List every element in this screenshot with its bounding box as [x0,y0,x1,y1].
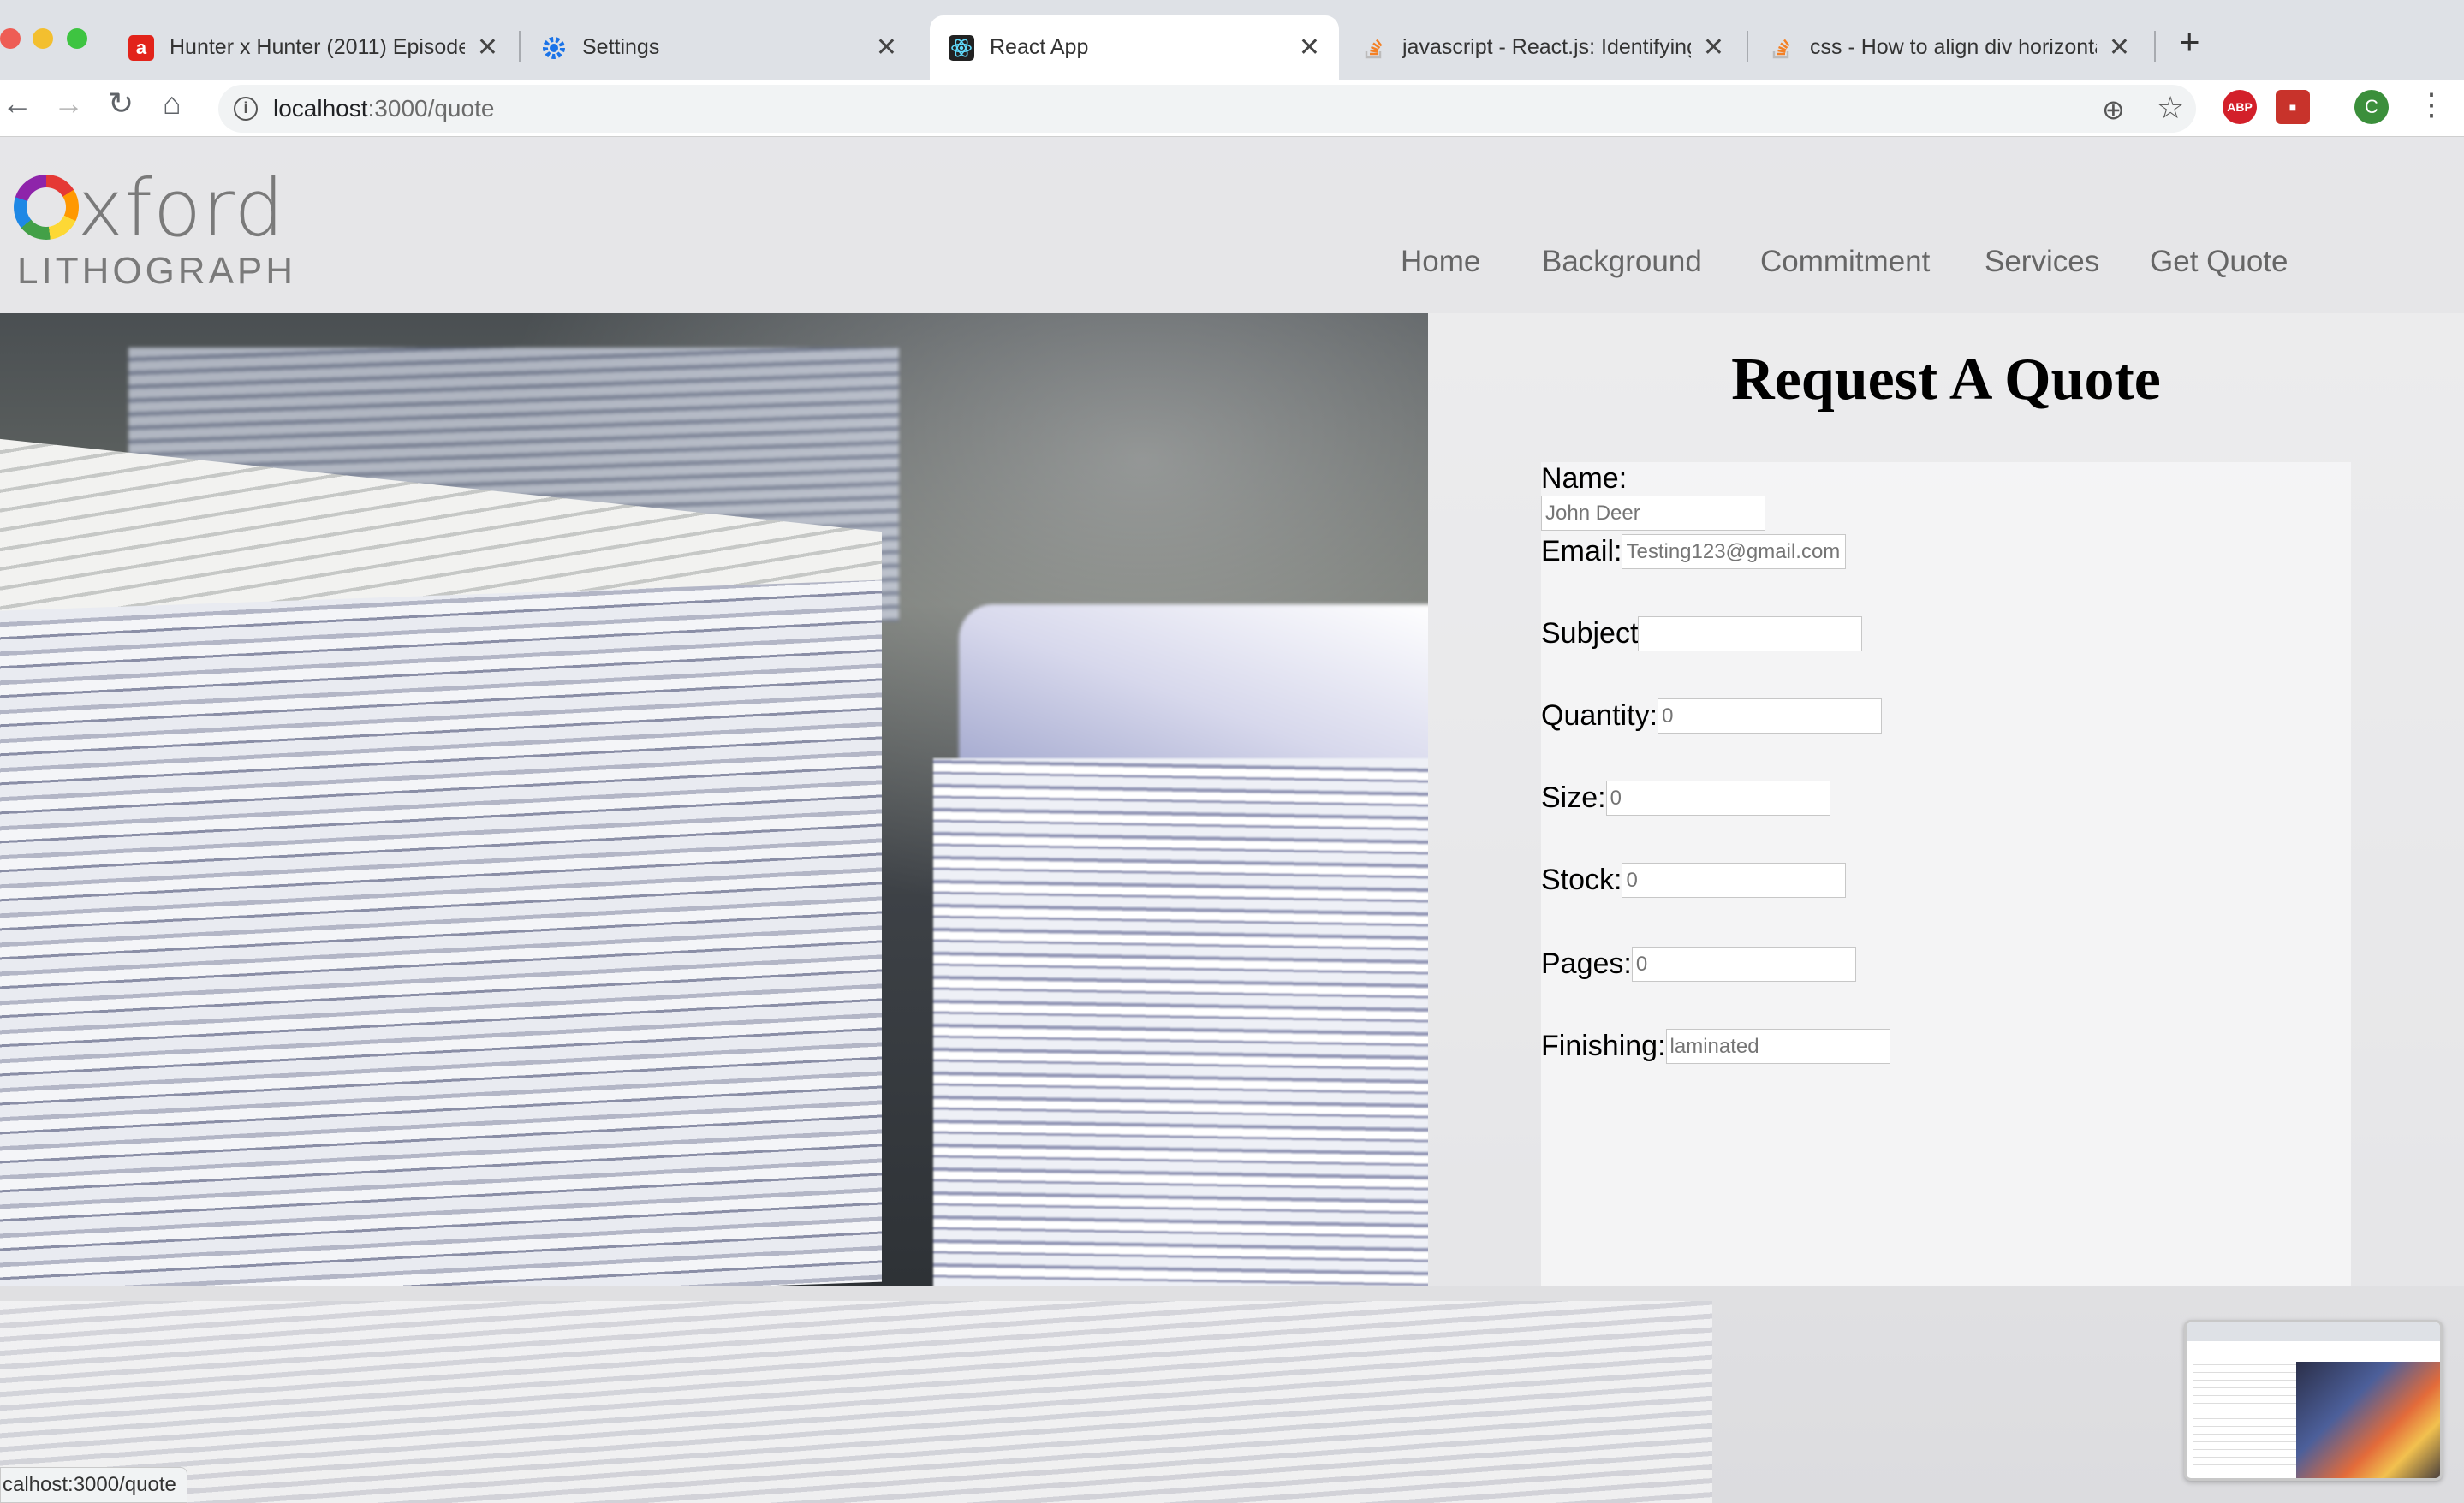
tab-title: css - How to align div horizontally [1810,35,2097,59]
browser-chrome: a Hunter x Hunter (2011) Episode 1 ✕ Set… [0,0,2464,137]
quantity-field-group: Quantity: [1541,698,1883,734]
email-input[interactable] [1622,534,1847,569]
thumbnail-image [2296,1362,2440,1478]
stock-input[interactable] [1622,863,1847,898]
size-field-group: Size: [1541,781,1830,816]
tab-settings[interactable]: Settings ✕ [522,15,916,80]
home-icon[interactable]: ⌂ [163,88,182,119]
reload-icon[interactable]: ↻ [108,88,134,119]
tab-strip: a Hunter x Hunter (2011) Episode 1 ✕ Set… [0,0,2464,80]
name-label: Name: [1541,462,1628,495]
react-icon [949,34,974,61]
forward-arrow-icon[interactable]: → [53,88,84,119]
tab-title: javascript - React.js: Identifying d [1402,35,1691,59]
close-tab-icon[interactable]: ✕ [1299,33,1320,62]
zoom-icon[interactable]: ⊕ [2102,93,2125,126]
nav-get-quote[interactable]: Get Quote [2150,245,2288,279]
subject-field-group: Subject [1541,616,1863,651]
email-field-group: Email: [1541,534,1847,569]
size-label: Size: [1541,781,1606,814]
adblock-plus-icon[interactable]: ABP [2223,90,2257,124]
quote-form: Name: Email: Subject Quantity: Size: Sto… [1541,462,2351,1286]
tab-separator [519,31,521,62]
tab-separator [1747,31,1748,62]
close-tab-icon[interactable]: ✕ [477,33,498,62]
logo-ring-icon [14,175,79,240]
quantity-input[interactable] [1658,698,1883,734]
paper-stack-left [0,579,882,1286]
pages-input[interactable] [1631,947,1856,982]
nav-services[interactable]: Services [1985,245,2099,279]
extension-icon[interactable]: ■ [2276,90,2310,124]
thumbnail-document [2193,1350,2305,1470]
browser-toolbar: ← → ↻ ⌂ i localhost:3000/quote ⊕ ☆ ABP ■… [0,80,2464,137]
nav-commitment[interactable]: Commitment [1760,245,1930,279]
tab-title: React App [990,35,1089,59]
email-label: Email: [1541,535,1622,567]
finishing-field-group: Finishing: [1541,1029,1890,1064]
tab-title: Settings [582,35,660,59]
close-tab-icon[interactable]: ✕ [876,33,897,62]
subject-input[interactable] [1638,616,1863,651]
close-tab-icon[interactable]: ✕ [2109,33,2130,62]
tab-hunter-x-hunter[interactable]: a Hunter x Hunter (2011) Episode 1 ✕ [110,15,517,80]
close-tab-icon[interactable]: ✕ [1703,33,1724,62]
site-header: xford LITHOGRAPH Home Background Commitm… [0,137,2464,313]
profile-avatar[interactable]: C [2354,90,2389,124]
url-host: localhost [273,95,368,122]
nav-home[interactable]: Home [1401,245,1480,279]
pages-label: Pages: [1541,948,1632,980]
tab-javascript-question[interactable]: javascript - React.js: Identifying d ✕ [1342,15,1743,80]
logo-word: xford [77,163,285,254]
browser-menu-icon[interactable]: ⋮ [2416,86,2447,122]
quote-title: Request A Quote [1731,347,2161,413]
gear-icon [541,35,567,61]
thumbnail-titlebar [2187,1322,2440,1341]
stackoverflow-icon [1361,35,1387,61]
stackoverflow-icon [1769,35,1794,61]
size-input[interactable] [1605,781,1830,816]
tab-react-app[interactable]: React App ✕ [930,15,1339,80]
stock-label: Stock: [1541,864,1622,896]
screenshot-thumbnail[interactable] [2184,1320,2443,1481]
status-bar-text: calhost:3000/quote [3,1473,176,1496]
new-tab-button[interactable]: + [2179,24,2200,60]
bookmark-star-icon[interactable]: ☆ [2157,90,2184,126]
paper-stack-right [933,758,1428,1286]
finishing-label: Finishing: [1541,1030,1666,1062]
hero-image-paper-stacks [0,313,1428,1286]
back-arrow-icon[interactable]: ← [2,88,33,119]
url-text[interactable]: localhost:3000/quote [273,95,494,122]
logo-subtitle: LITHOGRAPH [17,250,297,292]
page-viewport: xford LITHOGRAPH Home Background Commitm… [0,137,2464,1503]
status-bar-url: calhost:3000/quote [0,1467,187,1503]
nav-background[interactable]: Background [1542,245,1702,279]
oxford-lithograph-logo[interactable]: xford LITHOGRAPH [14,163,293,294]
anime-site-icon: a [128,34,154,61]
tab-title: Hunter x Hunter (2011) Episode 1 [170,35,465,59]
close-window-button[interactable] [0,28,21,49]
tab-css-question[interactable]: css - How to align div horizontally ✕ [1750,15,2149,80]
url-path: :3000/quote [367,95,495,122]
address-bar[interactable]: i localhost:3000/quote ⊕ ☆ [218,85,2196,133]
stock-field-group: Stock: [1541,863,1847,898]
site-info-icon[interactable]: i [234,97,258,121]
pages-field-group: Pages: [1541,947,1856,982]
tab-separator [2154,31,2156,62]
quantity-label: Quantity: [1541,699,1658,732]
subject-label: Subject [1541,617,1639,650]
name-input[interactable] [1541,496,1765,531]
finishing-input[interactable] [1665,1029,1890,1064]
minimize-window-button[interactable] [33,28,53,49]
name-field-group: Name: [1541,462,1765,531]
maximize-window-button[interactable] [67,28,87,49]
